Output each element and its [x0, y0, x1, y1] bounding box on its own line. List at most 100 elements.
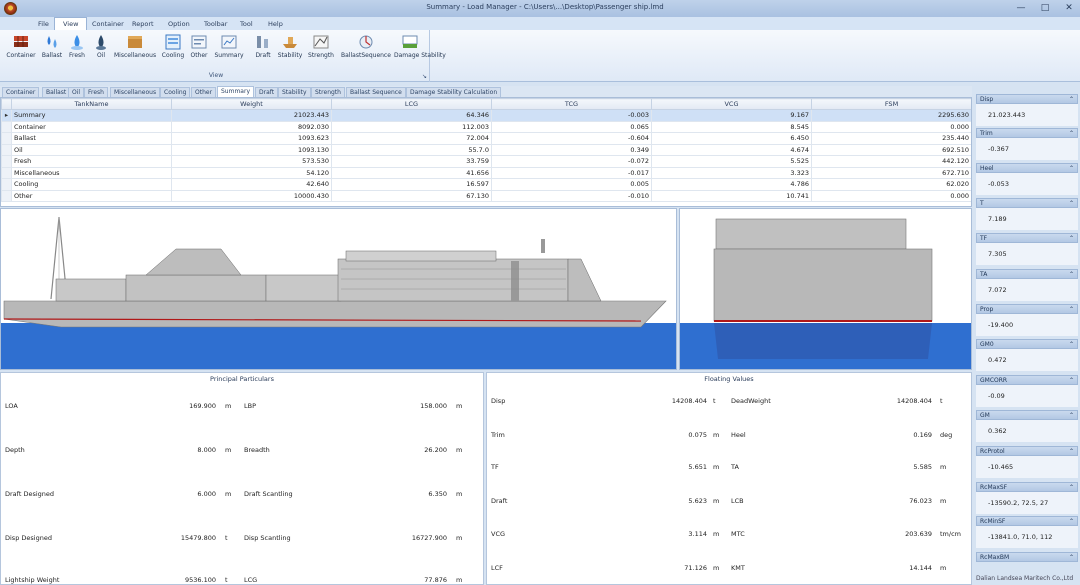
cell-vcg[interactable]: 9.167	[651, 109, 812, 122]
cell-lcg[interactable]: 16.597	[331, 178, 492, 191]
tab-oil[interactable]: Oil	[68, 87, 85, 97]
column-header-vcg[interactable]: VCG	[651, 98, 812, 110]
cell-tank-name[interactable]: Other	[11, 189, 172, 202]
cell-tank-name[interactable]: Oil	[11, 143, 172, 156]
quick-value-rcmaxbm[interactable]: RcMaxBM ⌃	[976, 552, 1078, 564]
miscellaneous-button[interactable]: Miscellaneous	[114, 33, 156, 73]
quick-value-trim[interactable]: Trim ⌃ -0.367	[976, 128, 1078, 162]
cell-tank-name[interactable]: Cooling	[11, 178, 172, 191]
cell-fsm[interactable]: 62.020	[811, 178, 971, 191]
cell-fsm[interactable]: 692.510	[811, 143, 971, 156]
chevron-up-icon[interactable]: ⌃	[1069, 164, 1074, 173]
cell-tcg[interactable]: -0.017	[491, 166, 652, 179]
chevron-up-icon[interactable]: ⌃	[1069, 376, 1074, 385]
quick-value-gmcorr[interactable]: GMCORR ⌃ -0.09	[976, 375, 1078, 409]
fresh-button[interactable]: Fresh	[66, 33, 88, 73]
menu-view[interactable]: View	[54, 17, 88, 30]
chevron-up-icon[interactable]: ⌃	[1069, 340, 1074, 349]
tab-strength[interactable]: Strength	[311, 87, 345, 97]
draft-button[interactable]: Draft	[252, 33, 274, 73]
quick-value-ta[interactable]: TA ⌃ 7.072	[976, 269, 1078, 303]
ship-section-view[interactable]	[679, 208, 972, 370]
cell-tcg[interactable]: 0.349	[491, 143, 652, 156]
tab-other[interactable]: Other	[191, 87, 217, 97]
app-logo[interactable]	[4, 2, 17, 15]
cell-tcg[interactable]: -0.072	[491, 155, 652, 168]
chevron-up-icon[interactable]: ⌃	[1069, 553, 1074, 562]
quick-value-disp[interactable]: Disp ⌃ 21.023.443	[976, 94, 1078, 128]
table-row[interactable]: Ballast 1093.623 72.004 -0.604 6.450 235…	[1, 132, 971, 145]
chevron-up-icon[interactable]: ⌃	[1069, 95, 1074, 104]
tab-ballast-sequence[interactable]: Ballast Sequence	[346, 87, 406, 97]
tab-summary[interactable]: Summary	[217, 86, 254, 97]
menu-option[interactable]: Option	[160, 18, 198, 30]
chevron-up-icon[interactable]: ⌃	[1069, 447, 1074, 456]
strength-button[interactable]: Strength	[306, 33, 336, 73]
quick-value-rcprotol[interactable]: RcProtol ⌃ -10.465	[976, 446, 1078, 480]
table-row[interactable]: Other 10000.430 67.130 -0.010 10.741 0.0…	[1, 189, 971, 202]
quick-value-gm[interactable]: GM ⌃ 0.362	[976, 410, 1078, 444]
quick-value-prop[interactable]: Prop ⌃ -19.400	[976, 304, 1078, 338]
quick-value-tf[interactable]: TF ⌃ 7.305	[976, 233, 1078, 267]
menu-file[interactable]: File	[30, 18, 57, 30]
tab-damage-stability-calculation[interactable]: Damage Stability Calculation	[406, 87, 502, 97]
ballast-sequence-button[interactable]: BallastSequence	[340, 33, 392, 73]
tab-container[interactable]: Container	[2, 87, 40, 97]
quick-value-rcmaxsf[interactable]: RcMaxSF ⌃ -13590.2, 72.5, 27	[976, 482, 1078, 516]
column-header-weight[interactable]: Weight	[171, 98, 332, 110]
other-button[interactable]: Other	[188, 33, 210, 73]
column-header-lcg[interactable]: LCG	[331, 98, 492, 110]
cell-fsm[interactable]: 2295.630	[811, 109, 971, 122]
table-row[interactable]: ▸ Summary 21023.443 64.346 -0.003 9.167 …	[1, 109, 971, 122]
cell-tcg[interactable]: 0.005	[491, 178, 652, 191]
chevron-up-icon[interactable]: ⌃	[1069, 129, 1074, 138]
tab-stability[interactable]: Stability	[278, 87, 311, 97]
cell-lcg[interactable]: 33.759	[331, 155, 492, 168]
cell-tcg[interactable]: -0.604	[491, 132, 652, 145]
cell-lcg[interactable]: 112.003	[331, 120, 492, 133]
menu-help[interactable]: Help	[260, 18, 291, 30]
damage-stability-button[interactable]: Damage Stability	[394, 33, 446, 73]
cell-tank-name[interactable]: Ballast	[11, 132, 172, 145]
cell-lcg[interactable]: 55.7.0	[331, 143, 492, 156]
cell-tcg[interactable]: -0.003	[491, 109, 652, 122]
table-row[interactable]: Container 8092.030 112.003 0.065 8.545 0…	[1, 120, 971, 133]
cell-tcg[interactable]: 0.065	[491, 120, 652, 133]
cell-fsm[interactable]: 0.000	[811, 189, 971, 202]
cell-vcg[interactable]: 3.323	[651, 166, 812, 179]
quick-value-gm0[interactable]: GM0 ⌃ 0.472	[976, 339, 1078, 373]
cell-weight[interactable]: 21023.443	[171, 109, 332, 122]
cell-lcg[interactable]: 72.004	[331, 132, 492, 145]
ribbon-dialog-launcher[interactable]: ↘	[422, 73, 427, 80]
cell-weight[interactable]: 54.120	[171, 166, 332, 179]
cell-tank-name[interactable]: Summary	[11, 109, 172, 122]
quick-value-t[interactable]: T ⌃ 7.189	[976, 198, 1078, 232]
cell-vcg[interactable]: 10.741	[651, 189, 812, 202]
menu-report[interactable]: Report	[124, 18, 162, 30]
cell-lcg[interactable]: 67.130	[331, 189, 492, 202]
cell-weight[interactable]: 573.530	[171, 155, 332, 168]
tab-cooling[interactable]: Cooling	[160, 87, 191, 97]
tab-draft[interactable]: Draft	[255, 87, 279, 97]
maximize-button[interactable]: □	[1038, 2, 1052, 14]
cell-weight[interactable]: 10000.430	[171, 189, 332, 202]
cell-weight[interactable]: 1093.623	[171, 132, 332, 145]
tab-miscellaneous[interactable]: Miscellaneous	[110, 87, 161, 97]
column-header-tcg[interactable]: TCG	[491, 98, 652, 110]
oil-button[interactable]: Oil	[90, 33, 112, 73]
cell-tank-name[interactable]: Miscellaneous	[11, 166, 172, 179]
cell-weight[interactable]: 8092.030	[171, 120, 332, 133]
cell-lcg[interactable]: 64.346	[331, 109, 492, 122]
chevron-up-icon[interactable]: ⌃	[1069, 411, 1074, 420]
cell-vcg[interactable]: 6.450	[651, 132, 812, 145]
menu-tool[interactable]: Tool	[232, 18, 261, 30]
cell-tank-name[interactable]: Fresh	[11, 155, 172, 168]
quick-value-heel[interactable]: Heel ⌃ -0.053	[976, 163, 1078, 197]
column-header-fsm[interactable]: FSM	[811, 98, 971, 110]
quick-value-rcminsf[interactable]: RcMinSF ⌃ -13841.0, 71.0, 112	[976, 516, 1078, 550]
cell-fsm[interactable]: 672.710	[811, 166, 971, 179]
cell-vcg[interactable]: 8.545	[651, 120, 812, 133]
summary-button[interactable]: Summary	[212, 33, 246, 73]
cooling-button[interactable]: Cooling	[160, 33, 186, 73]
stability-button[interactable]: Stability	[276, 33, 304, 73]
